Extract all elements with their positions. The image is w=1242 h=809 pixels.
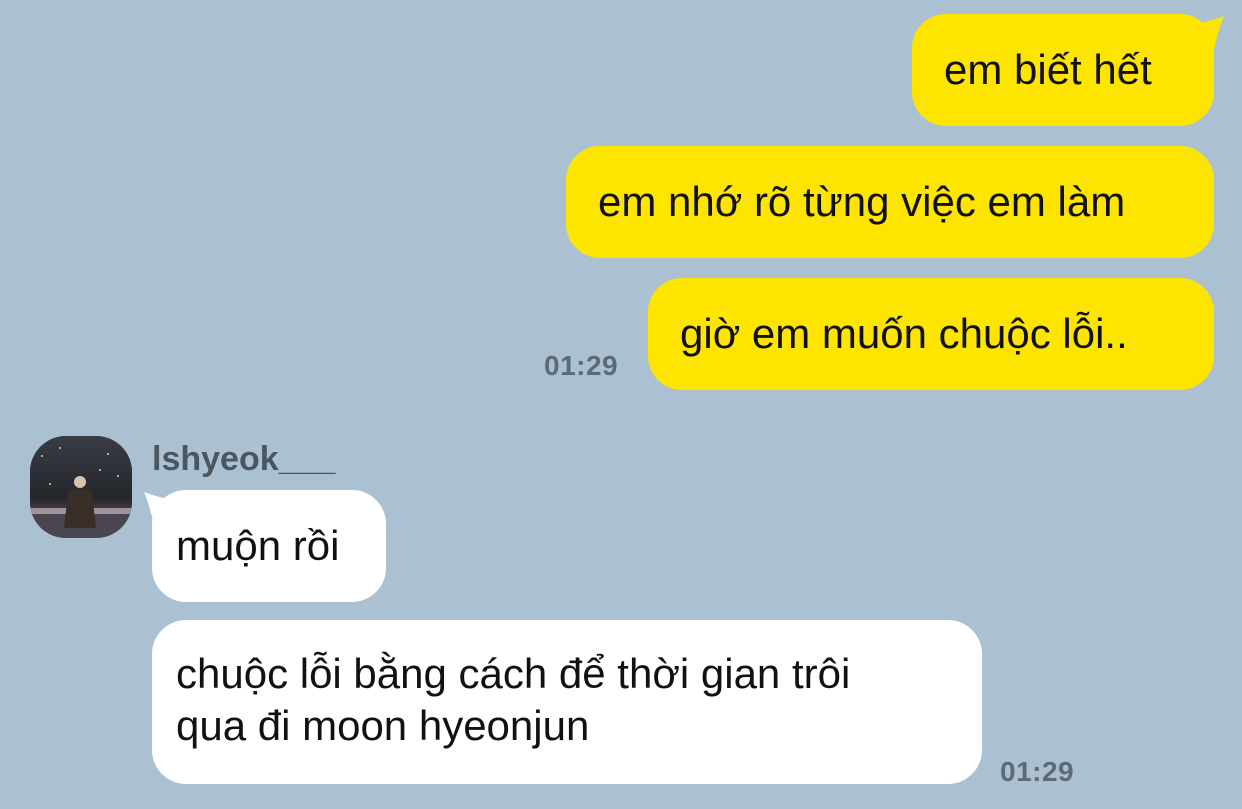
sent-message-bubble[interactable]: em biết hết — [912, 14, 1214, 126]
sender-name[interactable]: lshyeok___ — [152, 440, 335, 479]
sender-avatar[interactable] — [30, 436, 132, 538]
message-text: em nhớ rõ từng việc em làm — [598, 178, 1126, 225]
bubble-tail — [144, 492, 172, 526]
received-message-bubble[interactable]: chuộc lỗi bằng cách để thời gian trôi qu… — [152, 620, 982, 784]
sent-message-bubble[interactable]: em nhớ rõ từng việc em làm — [566, 146, 1214, 258]
received-message-bubble[interactable]: muộn rồi — [152, 490, 386, 602]
message-timestamp: 01:29 — [544, 350, 619, 381]
message-text: muộn rồi — [176, 522, 340, 569]
message-text: em biết hết — [944, 46, 1152, 93]
bubble-tail — [1196, 16, 1224, 50]
message-text-line: qua đi moon hyeonjun — [176, 702, 590, 749]
message-text: giờ em muốn chuộc lỗi.. — [680, 310, 1128, 357]
message-timestamp: 01:29 — [1000, 756, 1075, 787]
sent-message-bubble[interactable]: giờ em muốn chuộc lỗi.. — [648, 278, 1214, 390]
message-text-line: chuộc lỗi bằng cách để thời gian trôi — [176, 650, 851, 697]
profile-photo-icon — [30, 436, 132, 538]
